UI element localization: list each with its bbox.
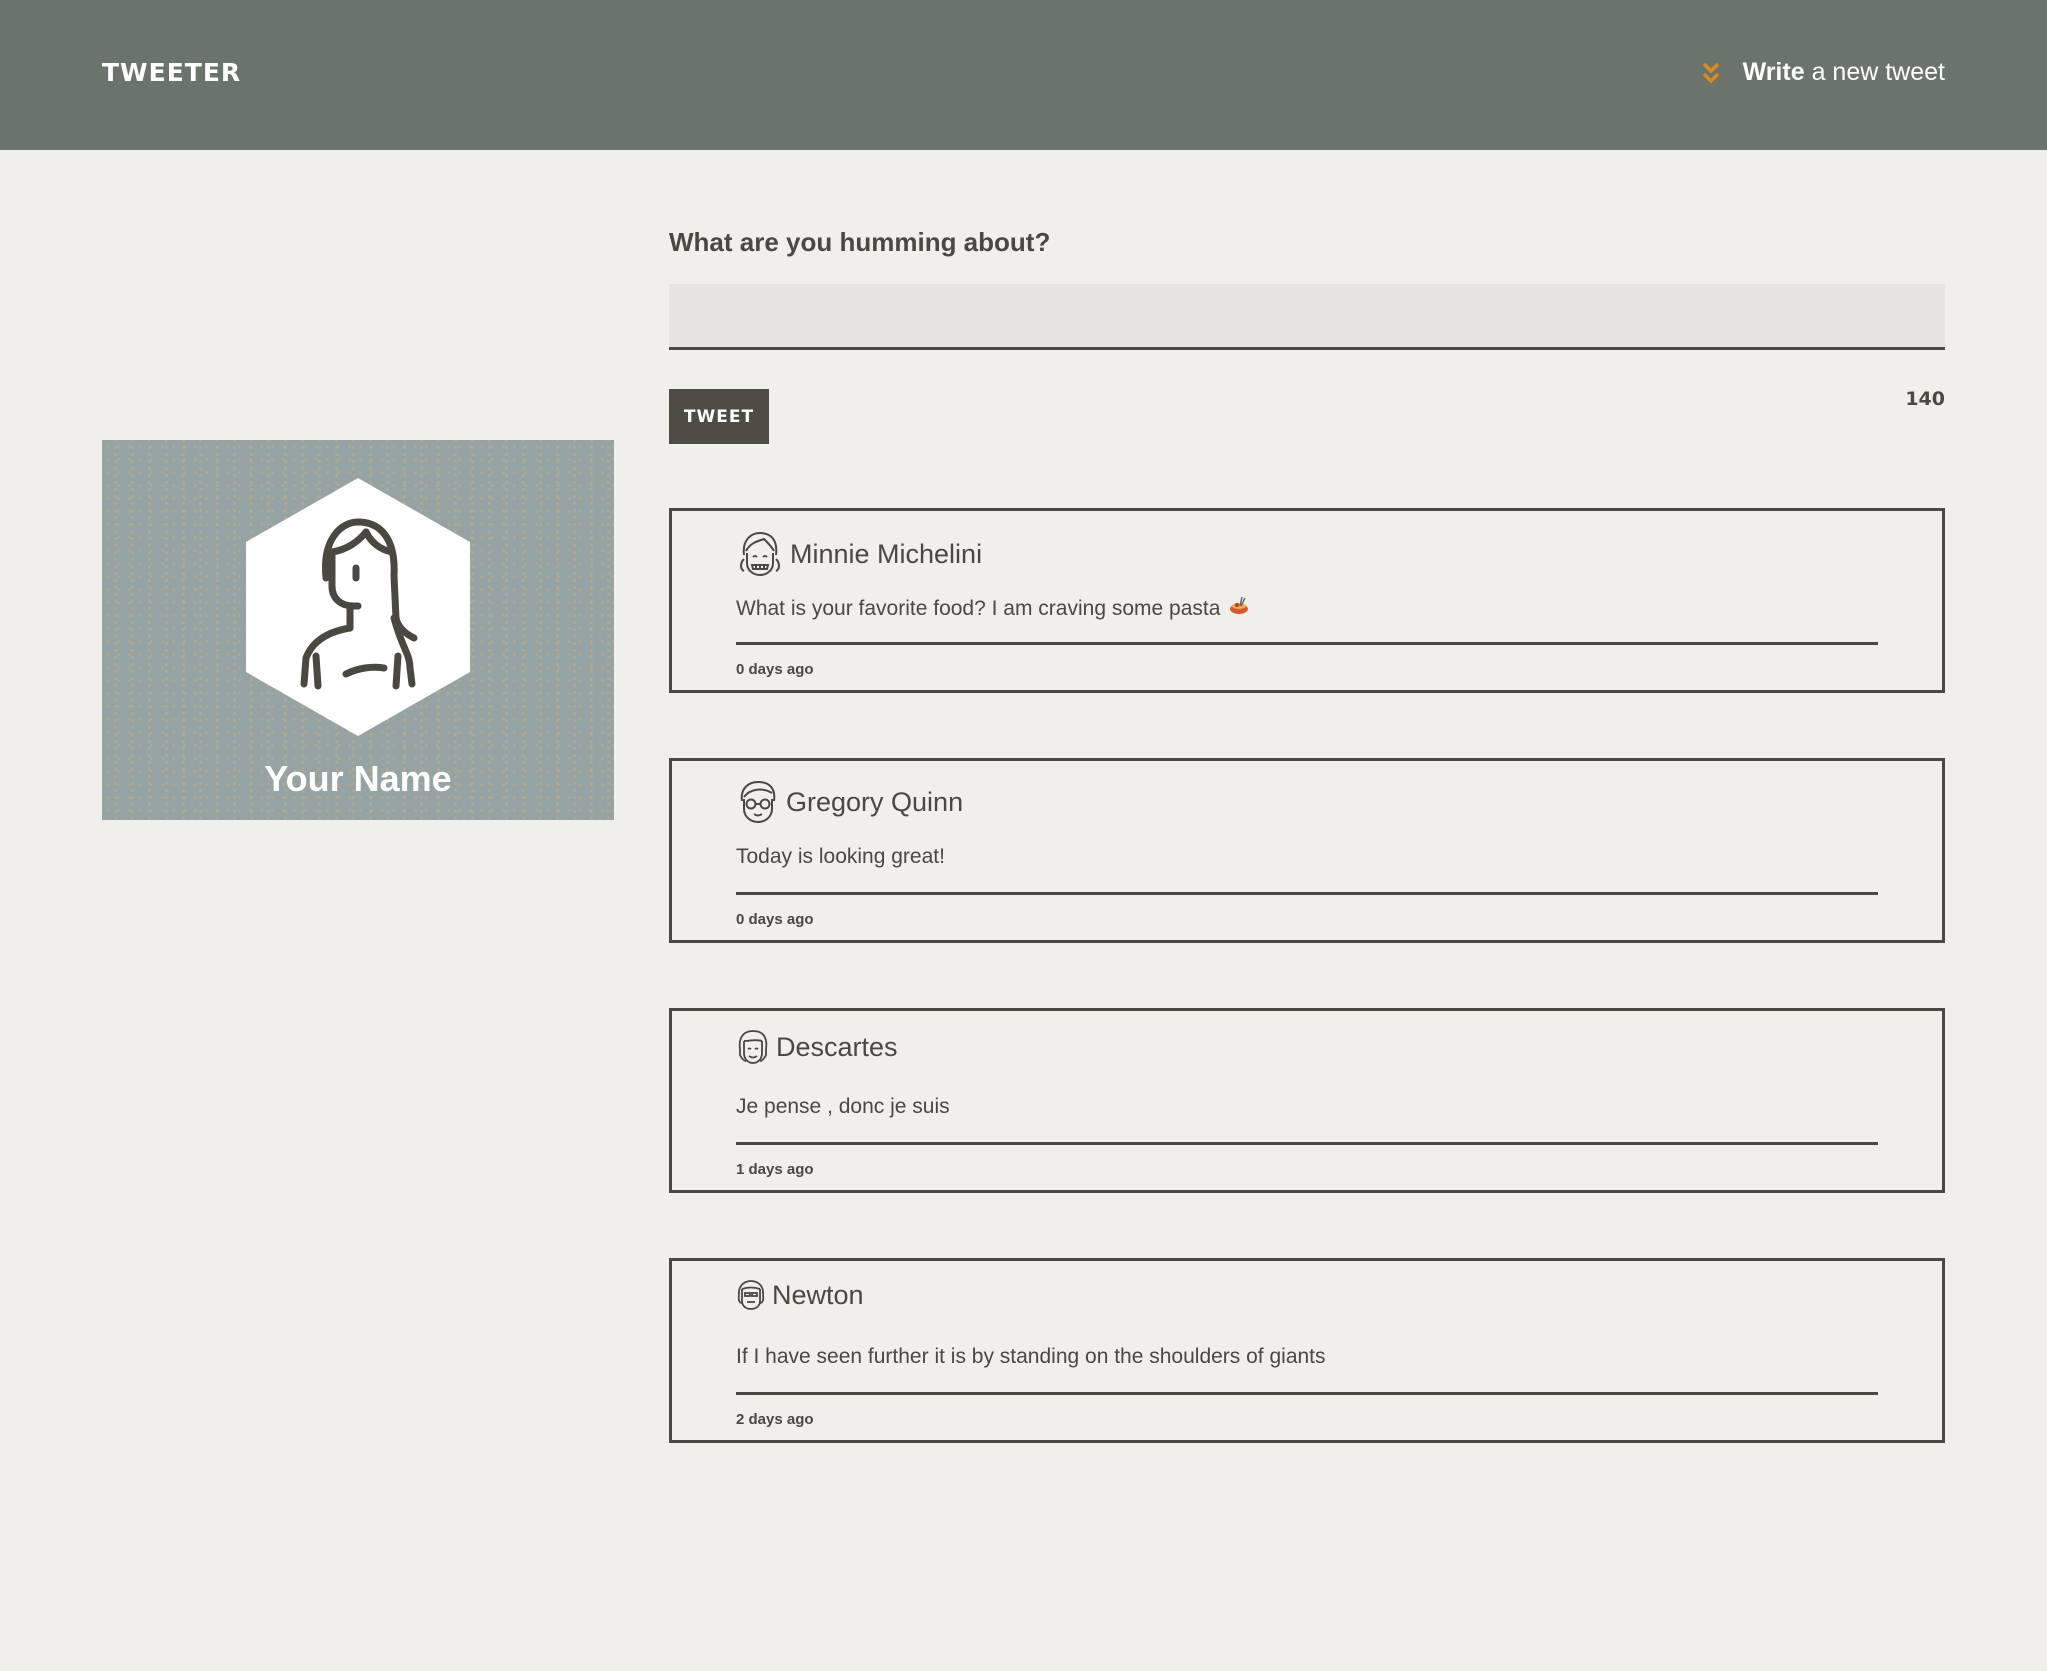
profile-name: Your Name: [264, 758, 452, 799]
tweet-divider: [736, 892, 1878, 895]
tweet-body: If I have seen further it is by standing…: [736, 1345, 1326, 1369]
tweet-card: Gregory Quinn Today is looking great! 0 …: [669, 758, 1945, 943]
pasta-emoji-icon: [1228, 595, 1250, 623]
tweet-timestamp: 0 days ago: [736, 911, 814, 928]
tweet-text: Today is looking great!: [736, 845, 945, 868]
tweet-author[interactable]: Newton: [772, 1280, 864, 1311]
tweet-header: Minnie Michelini: [736, 529, 982, 579]
tweet-timestamp: 1 days ago: [736, 1161, 814, 1178]
compose-label: What are you humming about?: [669, 227, 1051, 257]
tweet-text: What is your favorite food? I am craving…: [736, 597, 1221, 620]
write-new-tweet-label: Write a new tweet: [1743, 58, 1945, 87]
tweet-text-input[interactable]: [669, 284, 1945, 350]
double-chevron-down-icon: [1701, 61, 1721, 85]
girl-avatar-icon: [736, 529, 784, 579]
tweet-author[interactable]: Descartes: [776, 1032, 898, 1063]
scientist-avatar-icon: [736, 1279, 766, 1311]
tweet-body: What is your favorite food? I am craving…: [736, 595, 1250, 623]
tweet-body: Today is looking great!: [736, 845, 945, 869]
tweet-header: Newton: [736, 1279, 864, 1311]
tweet-text: If I have seen further it is by standing…: [736, 1345, 1326, 1368]
write-label-rest: a new tweet: [1811, 58, 1945, 86]
tweet-timestamp: 2 days ago: [736, 1411, 814, 1428]
tweet-button[interactable]: TWEET: [669, 389, 769, 444]
app-logo[interactable]: TWEETER: [102, 58, 241, 87]
tweet-text: Je pense , donc je suis: [736, 1095, 950, 1118]
profile-card: Your Name: [102, 440, 614, 820]
tweet-body: Je pense , donc je suis: [736, 1095, 950, 1119]
tweet-feed: Minnie Michelini What is your favorite f…: [669, 508, 1945, 1508]
philosopher-avatar-icon: [736, 1029, 770, 1065]
tweet-divider: [736, 1392, 1878, 1395]
tweet-card: Minnie Michelini What is your favorite f…: [669, 508, 1945, 693]
top-navbar: TWEETER Write a new tweet: [0, 0, 2047, 150]
tweet-card: Newton If I have seen further it is by s…: [669, 1258, 1945, 1443]
tweet-author[interactable]: Minnie Michelini: [790, 539, 982, 570]
tweet-divider: [736, 1142, 1878, 1145]
tweet-timestamp: 0 days ago: [736, 661, 814, 678]
profile-avatar-icon: [246, 478, 470, 736]
tweet-author[interactable]: Gregory Quinn: [786, 787, 963, 818]
tweet-divider: [736, 642, 1878, 645]
write-new-tweet-toggle[interactable]: Write a new tweet: [1701, 58, 1945, 87]
tweet-header: Descartes: [736, 1029, 898, 1065]
write-label-strong: Write: [1742, 58, 1805, 86]
tweet-card: Descartes Je pense , donc je suis 1 days…: [669, 1008, 1945, 1193]
boy-glasses-avatar-icon: [736, 779, 780, 825]
character-counter: 140: [1905, 388, 1945, 410]
tweet-header: Gregory Quinn: [736, 779, 963, 825]
